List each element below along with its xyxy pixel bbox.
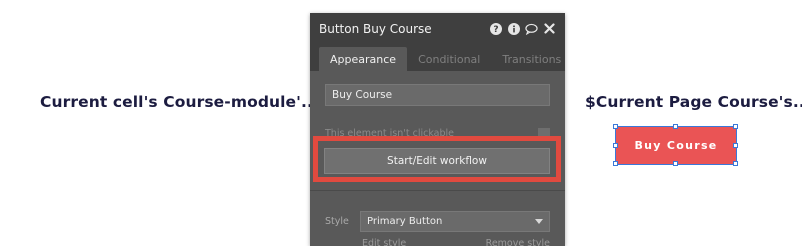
chevron-down-icon [535,219,543,224]
help-icon[interactable]: ? [489,22,502,35]
style-selected-value: Primary Button [367,216,443,227]
style-dropdown[interactable]: Primary Button [360,211,550,232]
style-label: Style [325,216,349,227]
comment-icon[interactable] [525,22,538,35]
resize-handle-top-left[interactable] [613,124,618,129]
resize-handle-bottom-right[interactable] [733,161,738,166]
svg-text:?: ? [493,25,498,35]
element-name-input[interactable] [325,84,550,106]
clickable-checkbox[interactable] [538,128,550,140]
resize-handle-top[interactable] [673,124,678,129]
panel-title: Button Buy Course [319,21,432,36]
resize-handle-right[interactable] [733,143,738,148]
canvas-text-course-module: Current cell's Course-module'... [40,93,319,111]
tab-transitions[interactable]: Transitions [491,47,565,71]
start-edit-workflow-button[interactable]: Start/Edit workflow [324,148,550,174]
canvas-text-course-title: $Current Page Course's... [585,93,802,111]
selected-element[interactable]: Buy Course [613,124,738,166]
buy-course-button[interactable]: Buy Course [616,127,736,164]
panel-header[interactable]: Button Buy Course ? [310,13,565,44]
clickable-label: This element isn't clickable [325,128,454,139]
panel-tabs: Appearance Conditional Transitions [310,44,565,71]
clickable-setting-row: This element isn't clickable [325,128,550,142]
resize-handle-bottom-left[interactable] [613,161,618,166]
tab-conditional[interactable]: Conditional [407,47,491,71]
info-icon[interactable] [507,22,520,35]
property-editor-panel: Button Buy Course ? Appearance Condition… [310,13,565,246]
remove-style-link[interactable]: Remove style [486,238,550,246]
tab-appearance[interactable]: Appearance [319,47,408,71]
resize-handle-top-right[interactable] [733,124,738,129]
close-icon[interactable] [543,22,556,35]
panel-header-icons: ? [489,22,556,35]
edit-style-link[interactable]: Edit style [362,238,406,246]
section-divider [310,190,565,191]
resize-handle-bottom[interactable] [673,161,678,166]
resize-handle-left[interactable] [613,143,618,148]
